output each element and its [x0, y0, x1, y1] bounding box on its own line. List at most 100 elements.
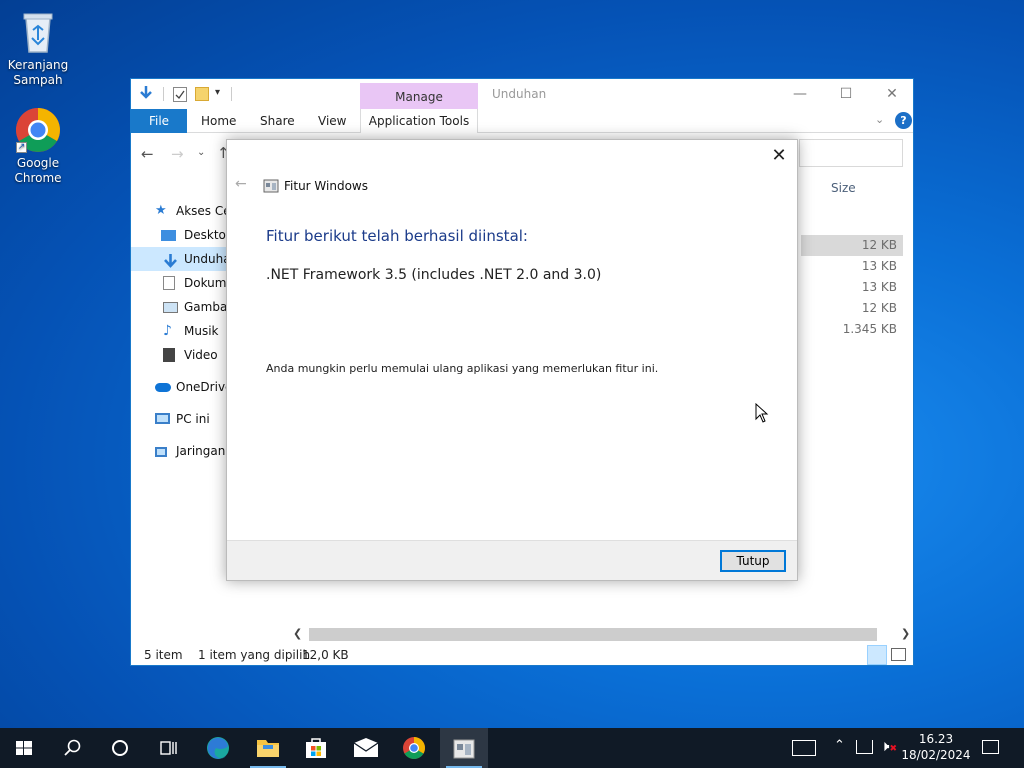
taskbar-mail[interactable] [342, 728, 390, 768]
network-icon [155, 447, 167, 457]
table-row[interactable]: 1.345 KB [801, 319, 903, 340]
windows-features-icon [263, 178, 279, 194]
taskbar-store[interactable] [292, 728, 340, 768]
column-header-size[interactable]: Size [831, 181, 856, 195]
minimize-button[interactable]: — [777, 79, 823, 109]
volume-muted-icon[interactable]: 🕨✖ [880, 737, 897, 768]
taskbar-windows-features[interactable] [440, 728, 488, 768]
music-folder-icon: ♪ [163, 323, 172, 339]
pictures-folder-icon [163, 302, 178, 313]
onedrive-icon [155, 383, 171, 392]
help-icon[interactable]: ? [895, 112, 912, 129]
status-selection-size: 12,0 KB [302, 648, 349, 662]
tab-file[interactable]: File [131, 109, 187, 133]
table-row[interactable]: 12 KB [801, 235, 903, 256]
nav-item-downloads[interactable]: Unduha [131, 247, 231, 271]
windows-logo-icon [16, 741, 32, 755]
status-item-count: 5 item [144, 648, 183, 662]
table-row[interactable]: 13 KB [801, 277, 903, 298]
shortcut-arrow-icon: ↗ [16, 142, 27, 153]
desktop-icon-label: Google Chrome [14, 156, 62, 185]
clock-date: 18/02/2024 [901, 748, 971, 762]
documents-folder-icon [163, 276, 175, 290]
taskbar-chrome[interactable] [390, 728, 438, 768]
network-status-icon[interactable] [856, 740, 873, 754]
maximize-button[interactable]: ☐ [823, 79, 869, 109]
expand-ribbon-icon[interactable]: ⌄ [875, 113, 884, 126]
search-icon [64, 739, 81, 756]
table-row[interactable]: 12 KB [801, 298, 903, 319]
dialog-heading: Fitur berikut telah berhasil diinstal: [266, 227, 528, 245]
task-view-button[interactable] [144, 728, 192, 768]
taskbar: ⌃ 🕨✖ 16.23 18/02/2024 [0, 728, 1024, 768]
forward-arrow-icon[interactable]: → [171, 145, 184, 163]
desktop-folder-icon [161, 230, 176, 241]
navigation-pane: ★ Akses Cep Desktop Unduha Dokume Gambar… [131, 187, 238, 607]
start-button[interactable] [0, 728, 48, 768]
scrollbar-thumb[interactable] [309, 628, 877, 641]
dialog-close-button[interactable]: ✕ [767, 144, 791, 168]
file-list-size-column: Size 12 KB 13 KB 13 KB 12 KB 1.345 KB [801, 179, 913, 339]
tab-application-tools[interactable]: Application Tools [360, 109, 478, 133]
windows-features-icon [453, 739, 475, 759]
properties-icon[interactable] [173, 87, 187, 102]
close-dialog-button[interactable]: Tutup [720, 550, 786, 572]
task-view-icon [160, 741, 177, 755]
ribbon-tabs: File Home Share View Application Tools ⌄… [131, 109, 913, 133]
dialog-title: Fitur Windows [284, 179, 368, 193]
scroll-right-icon[interactable]: ❯ [901, 627, 910, 640]
star-icon: ★ [155, 203, 167, 218]
cortana-button[interactable] [96, 728, 144, 768]
table-row[interactable]: 13 KB [801, 256, 903, 277]
desktop-icon-recycle-bin[interactable]: Keranjang Sampah [0, 8, 76, 88]
show-hidden-icons-icon[interactable]: ⌃ [834, 738, 845, 768]
download-arrow-icon[interactable] [138, 85, 154, 101]
action-center-icon[interactable] [982, 740, 999, 754]
tab-view[interactable]: View [318, 109, 346, 133]
clock-time: 16.23 [918, 732, 954, 746]
chrome-icon [403, 737, 425, 759]
pc-icon [155, 413, 170, 424]
taskbar-file-explorer[interactable] [244, 728, 292, 768]
new-folder-icon[interactable] [195, 87, 209, 101]
edge-icon [207, 737, 229, 759]
desktop-icon-chrome[interactable]: ↗ Google Chrome [0, 106, 76, 186]
large-icons-view-icon[interactable] [891, 648, 906, 661]
mail-icon [353, 738, 379, 757]
dialog-footer: Tutup [227, 540, 797, 580]
qat-separator [231, 87, 232, 101]
search-box[interactable] [799, 139, 903, 167]
folder-icon [257, 740, 279, 757]
taskbar-edge[interactable] [194, 728, 242, 768]
mouse-cursor-icon [755, 402, 769, 423]
installed-feature-name: .NET Framework 3.5 (includes .NET 2.0 an… [266, 267, 602, 283]
status-selection: 1 item yang dipilih [198, 648, 311, 662]
chrome-icon: ↗ [14, 106, 62, 154]
cortana-icon [112, 740, 128, 756]
recent-locations-icon[interactable]: ⌄ [197, 147, 205, 158]
window-title: Unduhan [492, 87, 547, 101]
dialog-back-arrow-icon[interactable]: ← [235, 176, 247, 192]
horizontal-scrollbar[interactable]: ❮ ❯ [291, 627, 913, 643]
manage-context-tab[interactable]: Manage [360, 83, 478, 109]
download-folder-icon [163, 252, 178, 268]
recycle-bin-icon [14, 8, 62, 56]
restart-note: Anda mungkin perlu memulai ulang aplikas… [266, 362, 659, 375]
close-window-button[interactable]: ✕ [869, 79, 915, 109]
news-widget-icon[interactable] [792, 740, 816, 756]
system-clock[interactable]: 16.23 18/02/2024 [900, 731, 972, 763]
search-button[interactable] [48, 728, 96, 768]
status-bar: 5 item 1 item yang dipilih 12,0 KB [131, 645, 913, 665]
tab-share[interactable]: Share [260, 109, 295, 133]
details-view-icon[interactable] [867, 645, 887, 665]
tab-home[interactable]: Home [201, 109, 236, 133]
store-icon [306, 738, 326, 758]
video-folder-icon [163, 348, 175, 362]
scroll-left-icon[interactable]: ❮ [293, 627, 302, 640]
windows-features-dialog: ✕ ← Fitur Windows Fitur berikut telah be… [226, 139, 798, 581]
quick-access-toolbar: ▾ Manage Unduhan — ☐ ✕ [131, 79, 913, 109]
qat-separator [163, 87, 164, 101]
desktop-icon-label: Keranjang Sampah [7, 58, 69, 87]
back-arrow-icon[interactable]: ← [141, 145, 154, 163]
customize-qat-icon[interactable]: ▾ [215, 87, 220, 98]
